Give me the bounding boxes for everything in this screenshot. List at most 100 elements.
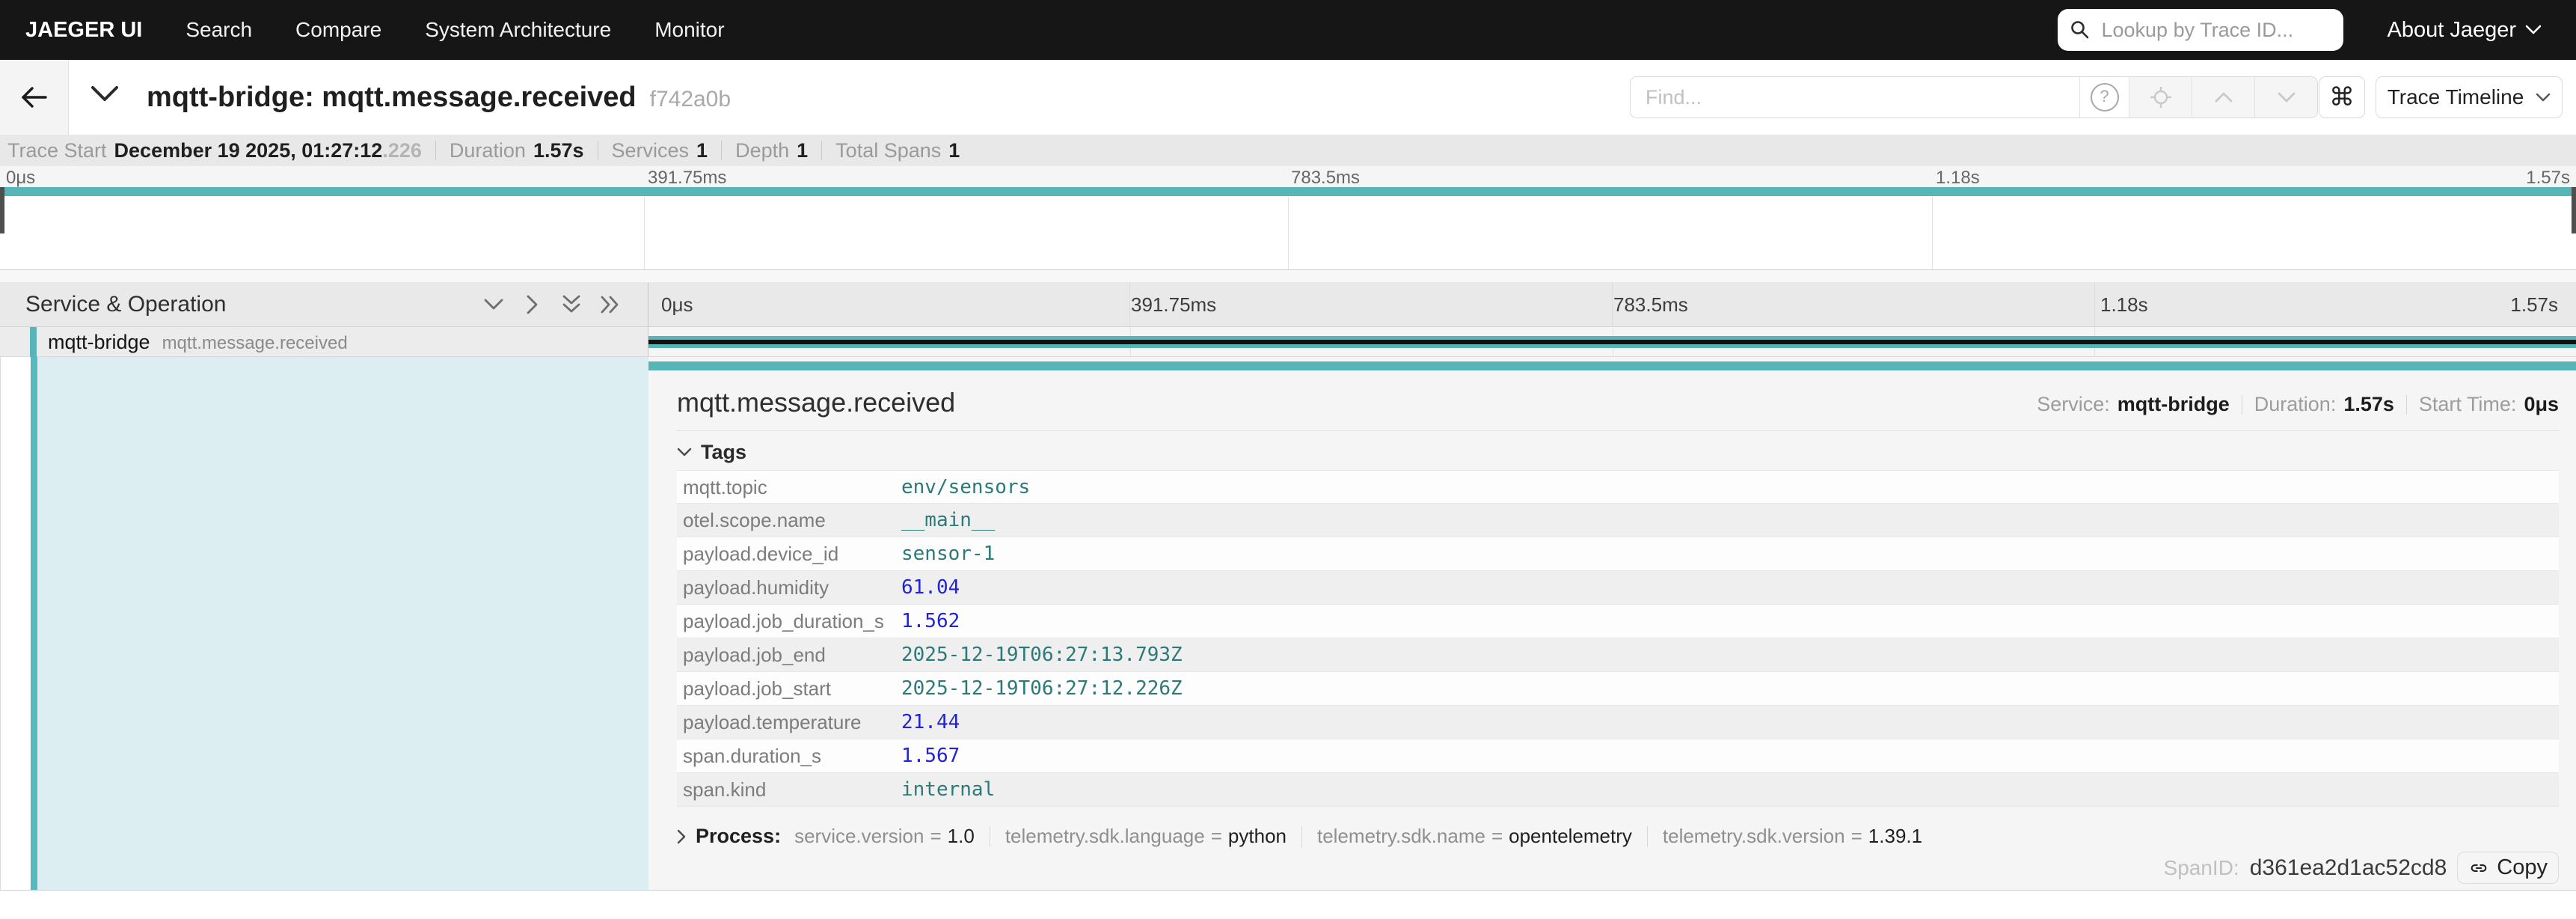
process-accordion-header[interactable]: Process: service.version = 1.0 telemetry… xyxy=(677,825,1922,848)
tag-key: otel.scope.name xyxy=(677,504,901,537)
timeline-gridline xyxy=(1129,282,1130,327)
nav-item-system-architecture[interactable]: System Architecture xyxy=(425,18,611,42)
span-operation-name: mqtt.message.received xyxy=(162,333,348,353)
tag-key: payload.job_duration_s xyxy=(677,605,901,638)
nav-item-monitor[interactable]: Monitor xyxy=(654,18,724,42)
tag-key: payload.humidity xyxy=(677,571,901,604)
service-color-strip xyxy=(30,327,37,357)
search-icon xyxy=(2070,19,2091,40)
help-icon: ? xyxy=(2091,83,2119,112)
tag-value: 2025-12-19T06:27:12.226Z xyxy=(901,672,1183,705)
double-chevron-down-icon xyxy=(561,294,582,315)
collapse-trace-header-button[interactable] xyxy=(88,83,121,106)
service-name-text: mqtt-bridge xyxy=(48,331,150,353)
tag-key: payload.temperature xyxy=(677,706,901,739)
minimap-right-scrubber-handle[interactable] xyxy=(2572,187,2576,233)
arrow-left-icon xyxy=(19,84,50,111)
ruler-tick: 783.5ms xyxy=(1291,168,1360,189)
timeline-gridline xyxy=(1612,282,1613,327)
divider xyxy=(721,141,722,160)
keyboard-shortcuts-button[interactable]: ⌘ xyxy=(2319,76,2365,118)
process-key: telemetry.sdk.version xyxy=(1663,825,1845,848)
trace-start-fraction: .226 xyxy=(382,139,422,162)
tag-value: 61.04 xyxy=(901,571,960,604)
timeline-tick: 0μs xyxy=(661,282,693,327)
service-label: Service: xyxy=(2037,393,2110,416)
tag-key: payload.job_start xyxy=(677,672,901,705)
span-duration-bar[interactable] xyxy=(648,336,2576,348)
minimap-gridline xyxy=(644,187,645,269)
span-duration-bar-core xyxy=(648,340,2576,344)
span-timeline-cell[interactable] xyxy=(648,327,2576,357)
timeline-tick: 1.57s xyxy=(2510,282,2558,327)
ruler-tick: 391.75ms xyxy=(648,168,726,189)
equals-sign: = xyxy=(930,825,941,848)
process-value: opentelemetry xyxy=(1509,825,1632,848)
tag-row: otel.scope.name __main__ xyxy=(677,504,2559,537)
back-button[interactable] xyxy=(0,60,69,135)
detail-span-bar xyxy=(648,361,2576,370)
tag-value: internal xyxy=(901,773,995,806)
nav-item-search[interactable]: Search xyxy=(185,18,252,42)
span-service-name: mqtt-bridge mqtt.message.received xyxy=(48,327,348,358)
timeline-tick: 391.75ms xyxy=(1131,282,1216,327)
services-value: 1 xyxy=(696,139,708,162)
trace-id-search-input[interactable] xyxy=(2100,18,2327,43)
trace-title-text: mqtt-bridge: mqtt.message.received xyxy=(147,82,637,113)
service-color-strip xyxy=(31,357,37,890)
tag-row: payload.job_start 2025-12-19T06:27:12.22… xyxy=(677,672,2559,706)
collapse-one-button[interactable] xyxy=(594,282,627,327)
copy-label: Copy xyxy=(2497,855,2548,880)
tags-accordion-header[interactable]: Tags xyxy=(677,441,746,464)
trace-view-select[interactable]: Trace Timeline xyxy=(2376,76,2563,118)
equals-sign: = xyxy=(1491,825,1503,848)
process-value: python xyxy=(1228,825,1287,848)
tag-row: payload.temperature 21.44 xyxy=(677,706,2559,739)
collapse-all-button[interactable] xyxy=(477,282,510,327)
about-jaeger-menu[interactable]: About Jaeger xyxy=(2387,18,2542,43)
expand-all-button[interactable] xyxy=(555,282,588,327)
minimap-left-scrubber-handle[interactable] xyxy=(0,187,4,233)
nav-item-compare[interactable]: Compare xyxy=(295,18,381,42)
app-logo[interactable]: JAEGER UI xyxy=(25,18,142,43)
find-input[interactable] xyxy=(1631,77,2079,117)
duration-label: Duration xyxy=(450,139,526,162)
divider xyxy=(2406,395,2407,415)
duration-value: 1.57s xyxy=(533,139,584,162)
minimap-span-bar xyxy=(0,187,2576,196)
chevron-down-icon xyxy=(677,448,692,457)
focus-span-button[interactable] xyxy=(2129,77,2192,117)
detail-left-panel[interactable] xyxy=(37,357,648,890)
expand-one-button[interactable] xyxy=(516,282,549,327)
chevron-up-icon xyxy=(2214,91,2233,103)
tag-value: env/sensors xyxy=(901,471,1030,503)
about-jaeger-label: About Jaeger xyxy=(2387,18,2516,43)
command-icon: ⌘ xyxy=(2329,82,2355,112)
page-title: mqtt-bridge: mqtt.message.receivedf742a0… xyxy=(147,60,731,135)
span-row[interactable]: mqtt-bridge mqtt.message.received xyxy=(0,327,2576,357)
trace-id-search[interactable] xyxy=(2058,9,2343,51)
services-label: Services xyxy=(612,139,690,162)
trace-minimap[interactable] xyxy=(0,187,2576,270)
tag-key: mqtt.topic xyxy=(677,471,901,503)
minimap-gridline xyxy=(1288,187,1289,269)
tag-row: payload.job_duration_s 1.562 xyxy=(677,605,2559,638)
tag-row: payload.humidity 61.04 xyxy=(677,571,2559,605)
total-spans-label: Total Spans xyxy=(835,139,941,162)
start-time-label: Start Time: xyxy=(2419,393,2517,416)
find-help-button[interactable]: ? xyxy=(2079,77,2129,117)
crosshair-icon xyxy=(2149,85,2173,109)
chevron-down-icon xyxy=(2277,91,2296,103)
find-prev-button[interactable] xyxy=(2192,77,2254,117)
spacer xyxy=(0,270,2576,282)
link-icon xyxy=(2468,858,2489,879)
service-value: mqtt-bridge xyxy=(2117,393,2230,416)
copy-span-id-button[interactable]: Copy xyxy=(2457,852,2559,884)
timeline-header-row: Service & Operation 0μs 391.75ms 783.5ms… xyxy=(0,282,2576,327)
process-key: telemetry.sdk.language xyxy=(1005,825,1205,848)
tag-row: payload.job_end 2025-12-19T06:27:13.793Z xyxy=(677,638,2559,672)
ruler-tick: 1.57s xyxy=(2526,168,2570,189)
find-next-button[interactable] xyxy=(2254,77,2317,117)
span-name-cell[interactable]: mqtt-bridge mqtt.message.received xyxy=(0,327,648,357)
trace-page-header: mqtt-bridge: mqtt.message.receivedf742a0… xyxy=(0,60,2576,135)
